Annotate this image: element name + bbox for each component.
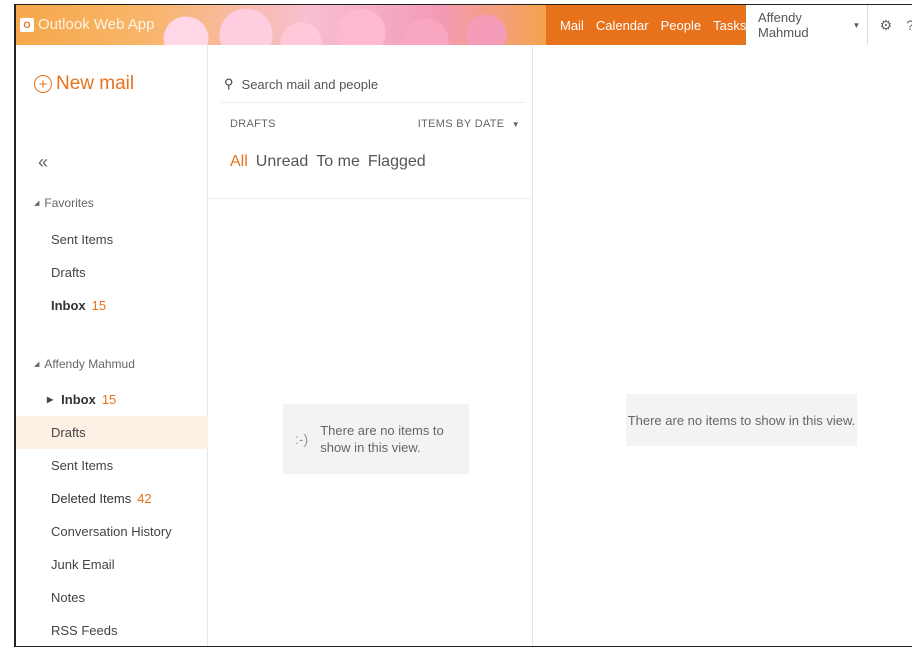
folder-label: Sent Items xyxy=(51,458,114,473)
filter-bar: All Unread To me Flagged xyxy=(230,153,426,171)
user-area: Affendy Mahmud ▾ ⚙ ? xyxy=(746,5,912,45)
message-list: :-) There are no items to show in this v… xyxy=(208,198,533,646)
filter-to-me[interactable]: To me xyxy=(316,153,360,171)
smiley-icon: :-) xyxy=(295,431,309,447)
folder-item-conversation-history[interactable]: Conversation History xyxy=(16,515,208,548)
favorites-header[interactable]: ◢ Favorites xyxy=(16,192,208,214)
nav-calendar[interactable]: Calendar xyxy=(596,18,649,33)
folder-label: RSS Feeds xyxy=(51,623,118,638)
outlook-logo-icon: O xyxy=(20,17,34,32)
top-bar: O Outlook Web App Mail Calendar People T… xyxy=(16,5,912,45)
reading-pane: There are no items to show in this view. xyxy=(533,45,912,646)
plus-circle-icon: + xyxy=(34,75,52,93)
app-title: Outlook Web App xyxy=(38,16,155,33)
unread-count: 15 xyxy=(91,298,107,313)
current-folder-title: DRAFTS xyxy=(230,118,276,130)
nav-mail[interactable]: Mail xyxy=(560,18,584,33)
folder-item-deleted-items[interactable]: Deleted Items 42 xyxy=(16,482,208,515)
app-window: O Outlook Web App Mail Calendar People T… xyxy=(14,4,912,647)
folder-label: Inbox xyxy=(61,392,96,407)
folder-label: Sent Items xyxy=(51,232,114,247)
folder-item-notes[interactable]: Notes xyxy=(16,581,208,614)
folder-pane: + New mail « ◢ Favorites Sent Items Draf… xyxy=(16,45,208,646)
collapse-triangle-icon: ◢ xyxy=(34,361,40,368)
help-icon[interactable]: ? xyxy=(906,17,912,33)
filter-unread[interactable]: Unread xyxy=(256,153,308,171)
favorites-section: ◢ Favorites Sent Items Drafts Inbox 15 xyxy=(16,192,208,322)
folder-label: Drafts xyxy=(51,265,86,280)
user-menu[interactable]: Affendy Mahmud xyxy=(758,10,849,40)
folder-item-drafts[interactable]: Drafts xyxy=(16,416,208,449)
collapse-triangle-icon: ◢ xyxy=(34,200,40,207)
folder-item-rss-feeds[interactable]: RSS Feeds xyxy=(16,614,208,646)
empty-list-text-line1: There are no items to xyxy=(320,423,444,438)
search-icon: ⚲ xyxy=(224,76,234,91)
favorites-header-label: Favorites xyxy=(44,196,94,210)
folder-label: Junk Email xyxy=(51,557,115,572)
folder-item-inbox[interactable]: ▶ Inbox 15 xyxy=(16,383,208,416)
folder-title-row: DRAFTS ITEMS BY DATE ▼ xyxy=(230,118,520,130)
new-mail-label: New mail xyxy=(56,73,135,94)
header-banner: O Outlook Web App xyxy=(16,5,546,45)
favorite-item-drafts[interactable]: Drafts xyxy=(16,256,208,289)
collapse-pane-icon[interactable]: « xyxy=(38,152,48,173)
favorite-item-inbox[interactable]: Inbox 15 xyxy=(16,289,208,322)
unread-count: 15 xyxy=(101,392,117,407)
mailbox-header-label: Affendy Mahmud xyxy=(44,357,135,371)
folder-label: Conversation History xyxy=(51,524,172,539)
empty-list-text-line2: show in this view. xyxy=(320,440,421,455)
chevron-down-icon: ▼ xyxy=(511,120,520,129)
expand-arrow-icon[interactable]: ▶ xyxy=(47,395,53,404)
app-brand[interactable]: O Outlook Web App xyxy=(20,16,154,33)
message-list-header: ⚲ Search mail and people DRAFTS ITEMS BY… xyxy=(208,45,533,198)
chevron-down-icon[interactable]: ▾ xyxy=(854,20,859,31)
divider xyxy=(866,5,868,45)
folder-label: Inbox xyxy=(51,298,86,313)
mailbox-section: ◢ Affendy Mahmud ▶ Inbox 15 Drafts Sent … xyxy=(16,353,208,646)
empty-list-text: There are no items to show in this view. xyxy=(320,422,444,456)
new-mail-button[interactable]: + New mail xyxy=(34,73,134,95)
nav-tasks[interactable]: Tasks xyxy=(713,18,746,33)
folder-item-junk-email[interactable]: Junk Email xyxy=(16,548,208,581)
folder-label: Notes xyxy=(51,590,85,605)
nav-people[interactable]: People xyxy=(661,18,701,33)
unread-count: 42 xyxy=(137,491,152,506)
filter-all[interactable]: All xyxy=(230,153,248,171)
folder-label: Deleted Items xyxy=(51,491,132,506)
app-nav: Mail Calendar People Tasks xyxy=(546,5,746,45)
folder-item-sent-items[interactable]: Sent Items xyxy=(16,449,208,482)
sort-dropdown[interactable]: ITEMS BY DATE ▼ xyxy=(418,118,520,130)
folder-label: Drafts xyxy=(51,425,86,440)
mailbox-header[interactable]: ◢ Affendy Mahmud xyxy=(16,353,208,375)
gear-icon[interactable]: ⚙ xyxy=(880,17,893,34)
sort-label: ITEMS BY DATE xyxy=(417,118,505,130)
empty-reading-message: There are no items to show in this view. xyxy=(626,394,857,446)
filter-flagged[interactable]: Flagged xyxy=(368,153,426,171)
empty-list-message: :-) There are no items to show in this v… xyxy=(283,404,469,474)
search-input[interactable]: ⚲ Search mail and people xyxy=(220,66,525,103)
favorite-item-sent-items[interactable]: Sent Items xyxy=(16,223,208,256)
search-placeholder: Search mail and people xyxy=(241,76,379,92)
message-list-pane: ⚲ Search mail and people DRAFTS ITEMS BY… xyxy=(208,45,533,646)
